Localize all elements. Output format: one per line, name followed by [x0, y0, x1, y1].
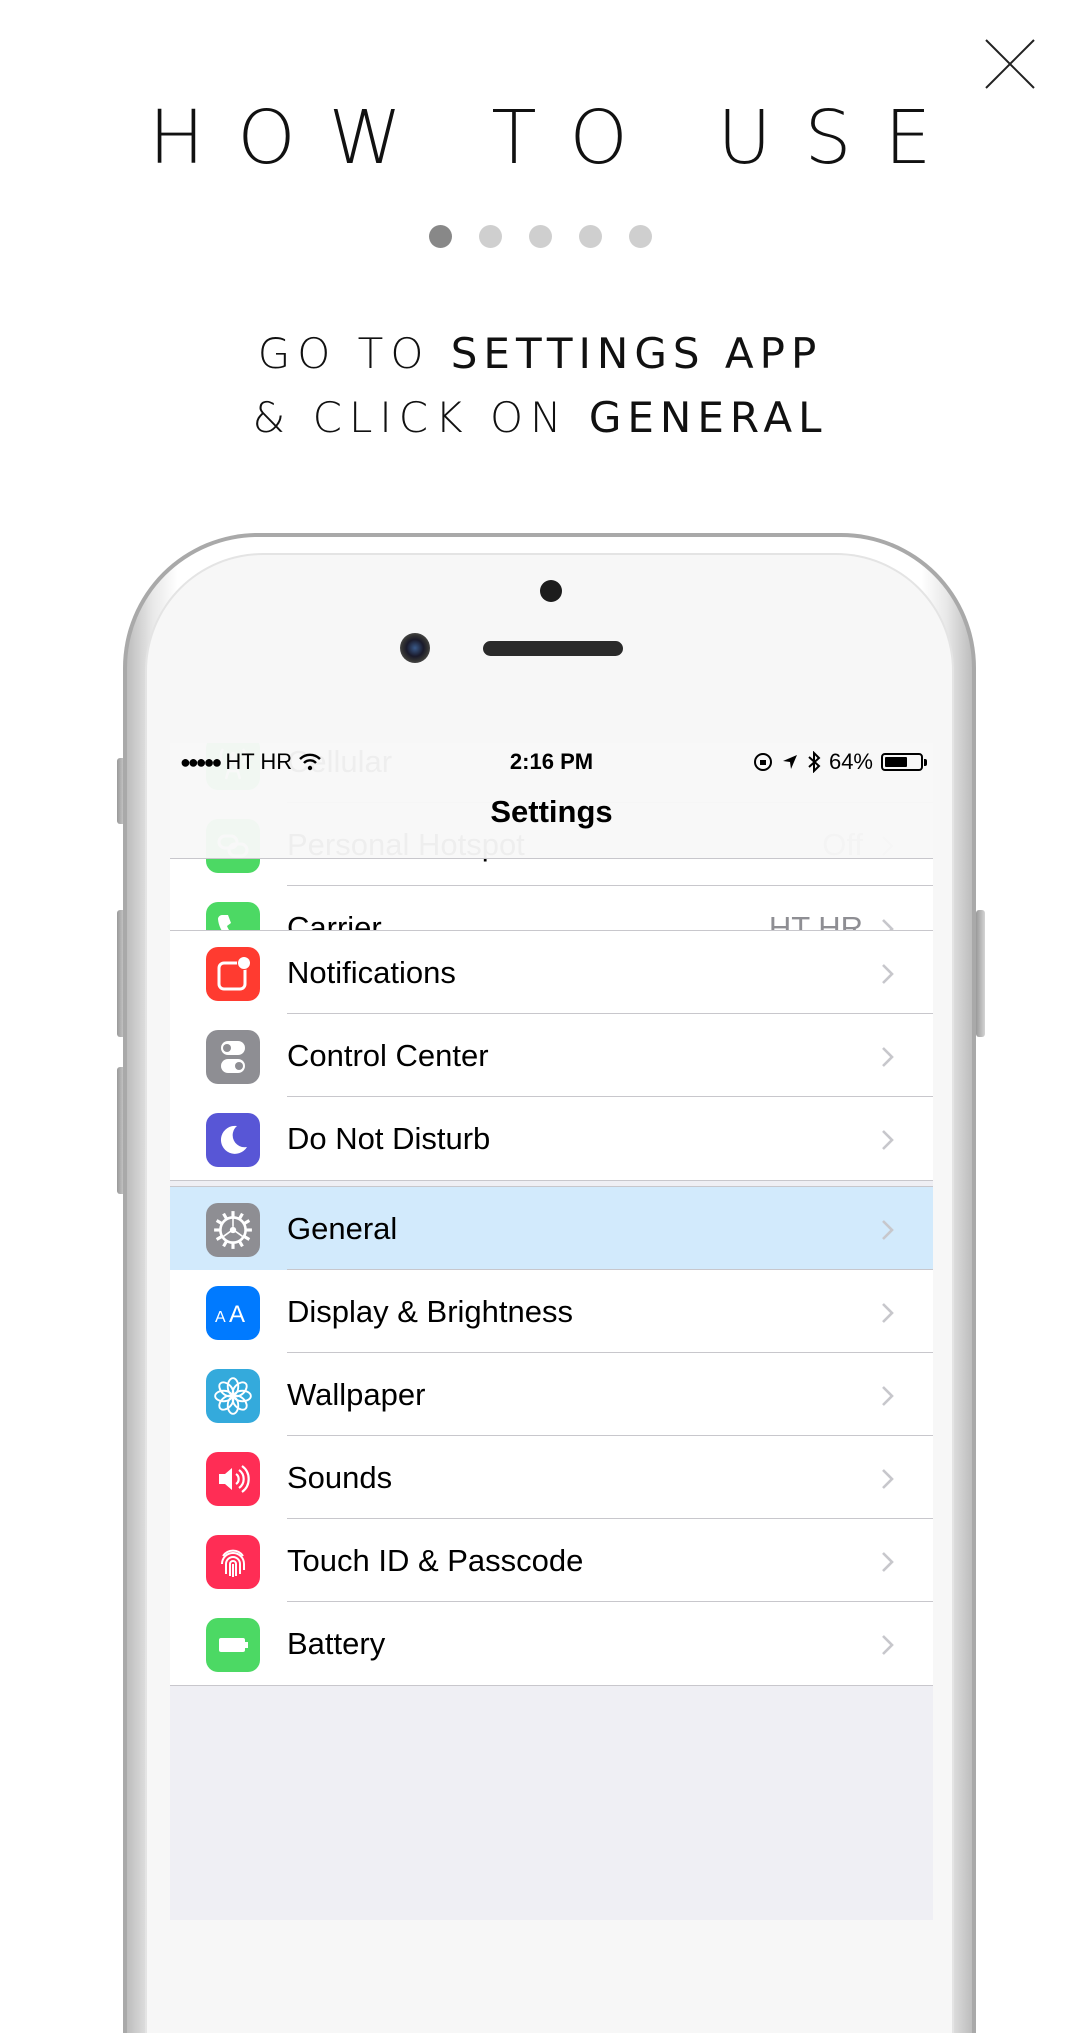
battery-fill — [885, 757, 907, 767]
settings-row-label: Display & Brightness — [287, 1293, 574, 1329]
settings-row-display-and-brightness[interactable]: A A Display & Brightness — [170, 1270, 933, 1353]
chevron-right-icon — [879, 1046, 897, 1068]
power-button — [976, 910, 985, 1037]
control-center-icon — [206, 1030, 260, 1084]
chevron-right-icon — [879, 1129, 897, 1151]
instruction-text: GO TO SETTINGS APP & CLICK ON GENERAL — [0, 322, 1080, 450]
pager-dot-3[interactable] — [528, 225, 552, 248]
close-button[interactable] — [984, 38, 1036, 90]
nav-bar-title: Settings — [170, 781, 933, 859]
settings-row-label: Notifications — [287, 954, 456, 990]
battery-indicator — [881, 753, 927, 771]
chevron-right-icon — [879, 1468, 897, 1490]
battery-percent: 64% — [828, 749, 873, 774]
settings-row-control-center[interactable]: Control Center — [170, 1014, 933, 1097]
pager-dot-5[interactable] — [628, 225, 652, 248]
gear-icon — [206, 1203, 260, 1257]
chevron-right-icon — [879, 1302, 897, 1324]
settings-row-touch-id-and-passcode[interactable]: Touch ID & Passcode — [170, 1519, 933, 1602]
settings-row-label: General — [287, 1210, 398, 1246]
display-icon: AA — [206, 1286, 260, 1340]
settings-row-label: Battery — [287, 1625, 386, 1661]
pager-dot-1[interactable] — [428, 225, 452, 248]
settings-group-3: General A A Display & Brightness Wallpaper So… — [170, 1186, 933, 1686]
settings-row-label: Touch ID & Passcode — [287, 1542, 584, 1578]
instruction-line1-light: GO TO — [257, 329, 431, 378]
status-time: 2:16 PM — [509, 749, 594, 774]
bluetooth-icon — [808, 751, 821, 773]
phone-screen: ●●●●● HT HR 2:16 PM 64% Settings Carrier… — [170, 743, 933, 1920]
settings-row-do-not-disturb[interactable]: Do Not Disturb — [170, 1097, 933, 1180]
svg-text:A: A — [215, 1309, 226, 1326]
chevron-right-icon — [879, 963, 897, 985]
notifications-icon — [206, 947, 260, 1001]
instruction-line2-light: & CLICK ON — [252, 393, 569, 442]
settings-row-battery[interactable]: Battery — [170, 1602, 933, 1685]
settings-row-notifications[interactable]: Notifications — [170, 931, 933, 1014]
settings-row-label: Wallpaper — [287, 1376, 426, 1412]
carrier-name: HT HR — [225, 749, 293, 774]
instruction-line1-strong: SETTINGS APP — [450, 329, 823, 378]
speaker-icon — [206, 1452, 260, 1506]
pager-dot-4[interactable] — [578, 225, 602, 248]
earpiece-speaker — [483, 641, 623, 656]
instruction-line2-strong: GENERAL — [588, 393, 828, 442]
orientation-lock-icon — [753, 753, 772, 771]
chevron-right-icon — [879, 1551, 897, 1573]
status-bar: ●●●●● HT HR 2:16 PM 64% — [170, 743, 933, 781]
settings-row-wallpaper[interactable]: Wallpaper — [170, 1353, 933, 1436]
wifi-icon — [299, 753, 322, 771]
page-title: HOW TO USE — [148, 95, 965, 181]
settings-row-label: Sounds — [287, 1459, 393, 1495]
settings-group-2: Notifications Control Center Do Not Distur… — [170, 930, 933, 1181]
battery-icon — [206, 1618, 260, 1672]
settings-row-label: Do Not Disturb — [287, 1120, 491, 1156]
pager-dots — [0, 225, 1080, 248]
moon-icon — [206, 1113, 260, 1167]
settings-row-general[interactable]: General — [170, 1187, 933, 1270]
close-icon — [985, 39, 1035, 89]
pager-dot-2[interactable] — [478, 225, 502, 248]
svg-text:A: A — [229, 1301, 245, 1328]
settings-row-label: Control Center — [287, 1037, 489, 1073]
front-camera — [400, 633, 430, 663]
signal-strength: ●●●●● — [180, 751, 222, 772]
location-arrow-icon — [782, 755, 797, 769]
settings-row-sounds[interactable]: Sounds — [170, 1436, 933, 1519]
chevron-right-icon — [879, 1634, 897, 1656]
proximity-sensor — [540, 580, 562, 602]
fingerprint-icon — [206, 1535, 260, 1589]
wallpaper-flower-icon — [206, 1369, 260, 1423]
chevron-right-icon — [879, 1219, 897, 1241]
chevron-right-icon — [879, 1385, 897, 1407]
